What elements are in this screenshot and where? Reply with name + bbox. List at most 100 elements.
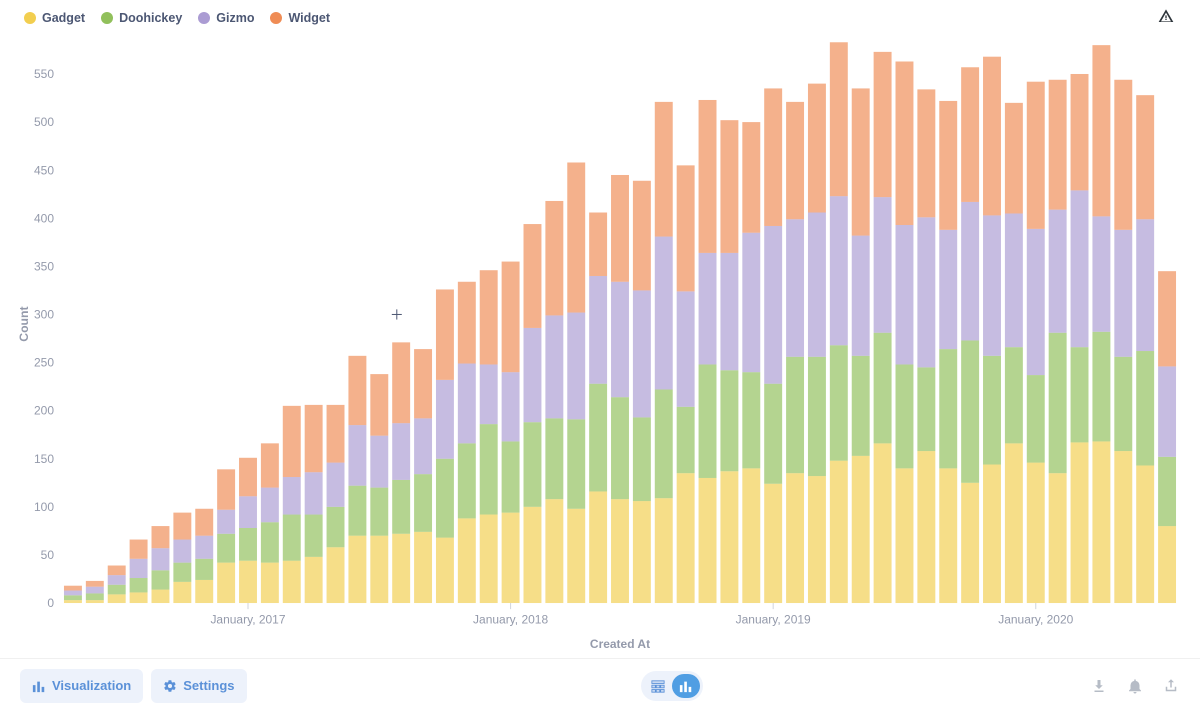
bar-segment-widget[interactable] [1114,80,1132,230]
bar-segment-gadget[interactable] [108,594,126,603]
bar-segment-gizmo[interactable] [480,364,498,424]
bar-segment-gizmo[interactable] [305,472,323,514]
bar-segment-gizmo[interactable] [348,425,366,486]
bar-segment-gadget[interactable] [917,451,935,603]
bar-segment-widget[interactable] [852,88,870,235]
bar-segment-gadget[interactable] [64,600,82,603]
bar-segment-gizmo[interactable] [611,282,629,397]
bar-segment-doohickey[interactable] [348,486,366,536]
bar-segment-widget[interactable] [742,122,760,233]
bar-segment-doohickey[interactable] [239,528,257,561]
bar-segment-doohickey[interactable] [720,370,738,471]
bar-segment-gadget[interactable] [305,557,323,603]
bar-segment-widget[interactable] [764,88,782,226]
bar-segment-doohickey[interactable] [1092,332,1110,442]
bar-segment-widget[interactable] [874,52,892,197]
bar-segment-gadget[interactable] [852,456,870,603]
bar-segment-gadget[interactable] [414,532,432,603]
bar-segment-doohickey[interactable] [436,459,454,538]
bar-segment-doohickey[interactable] [152,570,170,589]
bar-segment-gadget[interactable] [1158,526,1176,603]
bar-segment-doohickey[interactable] [1049,333,1067,473]
bar-segment-widget[interactable] [195,509,213,536]
bar-segment-gadget[interactable] [742,468,760,603]
bar-segment-widget[interactable] [633,181,651,291]
bar-segment-widget[interactable] [152,526,170,548]
bar-segment-gizmo[interactable] [830,196,848,345]
bar-segment-gizmo[interactable] [874,197,892,333]
bar-segment-gadget[interactable] [1049,473,1067,603]
download-icon[interactable] [1090,677,1108,695]
bar-segment-gadget[interactable] [545,499,563,603]
bar-segment-gadget[interactable] [589,491,607,603]
bar-segment-widget[interactable] [370,374,388,436]
bar-segment-widget[interactable] [1005,103,1023,214]
bar-segment-doohickey[interactable] [502,441,520,512]
bar-segment-widget[interactable] [611,175,629,282]
bar-segment-doohickey[interactable] [217,534,235,563]
bar-segment-gizmo[interactable] [392,423,410,480]
bar-segment-doohickey[interactable] [567,419,585,508]
bar-segment-gadget[interactable] [502,513,520,603]
bar-segment-gadget[interactable] [983,465,1001,604]
bar-segment-widget[interactable] [348,356,366,425]
bar-segment-gadget[interactable] [764,484,782,603]
bar-segment-widget[interactable] [677,165,695,291]
bar-segment-gizmo[interactable] [108,575,126,585]
bar-segment-widget[interactable] [283,406,301,477]
bar-segment-doohickey[interactable] [699,364,717,478]
bar-segment-widget[interactable] [239,458,257,496]
bar-segment-widget[interactable] [961,67,979,202]
bar-segment-gizmo[interactable] [808,213,826,357]
bar-segment-widget[interactable] [392,342,410,423]
bar-segment-gizmo[interactable] [589,276,607,384]
bar-segment-doohickey[interactable] [370,488,388,536]
bar-segment-doohickey[interactable] [524,422,542,507]
bar-segment-doohickey[interactable] [589,384,607,492]
bar-segment-widget[interactable] [524,224,542,328]
bar-segment-gizmo[interactable] [567,313,585,420]
bar-segment-gadget[interactable] [436,538,454,603]
bar-segment-gizmo[interactable] [1005,213,1023,347]
bar-segment-widget[interactable] [917,89,935,217]
bar-segment-widget[interactable] [545,201,563,315]
bar-segment-widget[interactable] [130,540,148,559]
bar-segment-gadget[interactable] [939,468,957,603]
bar-segment-gizmo[interactable] [414,418,432,474]
bar-segment-gizmo[interactable] [917,217,935,367]
bar-segment-doohickey[interactable] [939,349,957,468]
bar-segment-gizmo[interactable] [545,315,563,418]
bar-segment-widget[interactable] [1027,82,1045,229]
bar-segment-doohickey[interactable] [786,357,804,473]
bar-segment-doohickey[interactable] [1136,351,1154,465]
bar-segment-gizmo[interactable] [1114,230,1132,357]
bar-segment-widget[interactable] [217,469,235,509]
bar-segment-doohickey[interactable] [1071,347,1089,442]
legend-item-gizmo[interactable]: Gizmo [198,11,254,25]
bar-segment-gadget[interactable] [524,507,542,603]
bar-segment-doohickey[interactable] [545,418,563,499]
bar-segment-widget[interactable] [983,57,1001,216]
bar-segment-gizmo[interactable] [436,380,454,459]
bar-segment-doohickey[interactable] [108,585,126,595]
bar-segment-doohickey[interactable] [480,424,498,514]
chart-view-toggle[interactable] [672,674,700,698]
bar-segment-doohickey[interactable] [874,333,892,444]
bar-segment-gadget[interactable] [173,582,191,603]
bar-segment-gadget[interactable] [699,478,717,603]
bar-segment-widget[interactable] [480,270,498,364]
bar-segment-gizmo[interactable] [786,219,804,357]
bar-segment-gadget[interactable] [611,499,629,603]
bar-segment-doohickey[interactable] [655,389,673,498]
bar-segment-gadget[interactable] [655,498,673,603]
bar-segment-widget[interactable] [327,405,345,463]
bar-segment-doohickey[interactable] [458,443,476,518]
warning-icon[interactable] [1158,8,1188,27]
legend-item-doohickey[interactable]: Doohickey [101,11,182,25]
bar-segment-gadget[interactable] [1027,463,1045,603]
bar-segment-doohickey[interactable] [261,522,279,562]
bar-segment-gizmo[interactable] [458,364,476,444]
bar-segment-gizmo[interactable] [370,436,388,488]
bar-segment-widget[interactable] [786,102,804,219]
bar-segment-gizmo[interactable] [1092,216,1110,331]
